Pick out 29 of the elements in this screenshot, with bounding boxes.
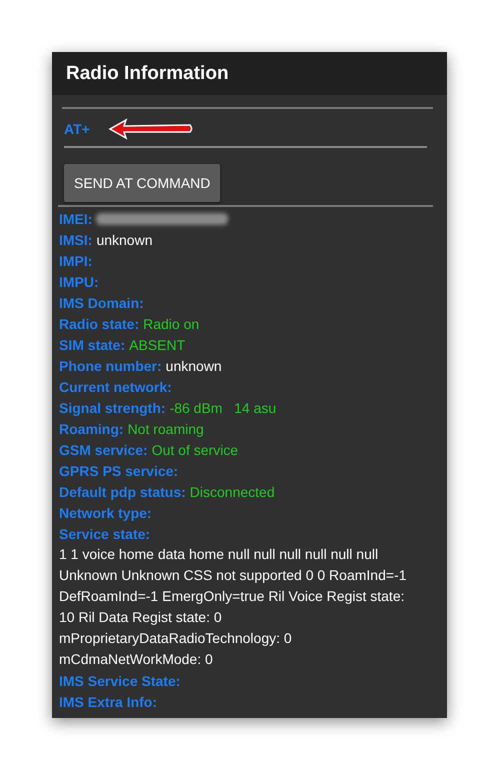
info-label: IMS Domain: xyxy=(59,294,144,310)
info-value: unknown xyxy=(96,232,152,248)
info-value: 1 1 voice home data home null null null null null null Unknown Unknown CSS not supported 0 0 RoamInd=-1 DefRoamInd=-1 EmergOnly=true Ril Voice Regist state: 10 Ril Data Regist state: 0 mProprietaryDataRadioTechnology: 0 mCdmaNetWorkMode: 0 xyxy=(59,545,408,669)
info-label: Default pdp status: xyxy=(59,484,186,500)
info-label: GSM service: xyxy=(59,442,148,458)
info-value: Out of service xyxy=(152,442,238,458)
info-value: -86 dBm 14 asu xyxy=(170,400,276,416)
info-label: Service state: xyxy=(59,526,150,542)
info-label: Signal strength: xyxy=(59,400,166,416)
info-label: Phone number: xyxy=(59,358,162,374)
info-label: IMPU: xyxy=(59,274,99,290)
info-label: IMS Extra Info: xyxy=(59,694,158,710)
info-value: Not roaming xyxy=(128,420,204,436)
info-value: Disconnected xyxy=(190,484,275,500)
info-label: IMEI: xyxy=(59,210,92,226)
info-value: ABSENT xyxy=(129,336,186,352)
info-label: Roaming: xyxy=(59,420,124,436)
info-label: IMPI: xyxy=(59,252,92,268)
info-label: Network type: xyxy=(59,504,152,520)
info-label: Current network: xyxy=(59,378,172,394)
info-label: IMSI: xyxy=(59,232,92,248)
info-label: IMS Service State: xyxy=(59,672,180,688)
info-label: GPRS PS service: xyxy=(59,462,178,478)
send-at-command-button[interactable]: SEND AT COMMAND xyxy=(64,164,220,202)
info-value: unknown xyxy=(166,358,222,374)
info-label: Radio state: xyxy=(59,316,140,332)
info-label: SIM state: xyxy=(59,336,126,352)
screen-title: Radio Information xyxy=(66,62,229,84)
info-value: Radio on xyxy=(143,316,200,332)
